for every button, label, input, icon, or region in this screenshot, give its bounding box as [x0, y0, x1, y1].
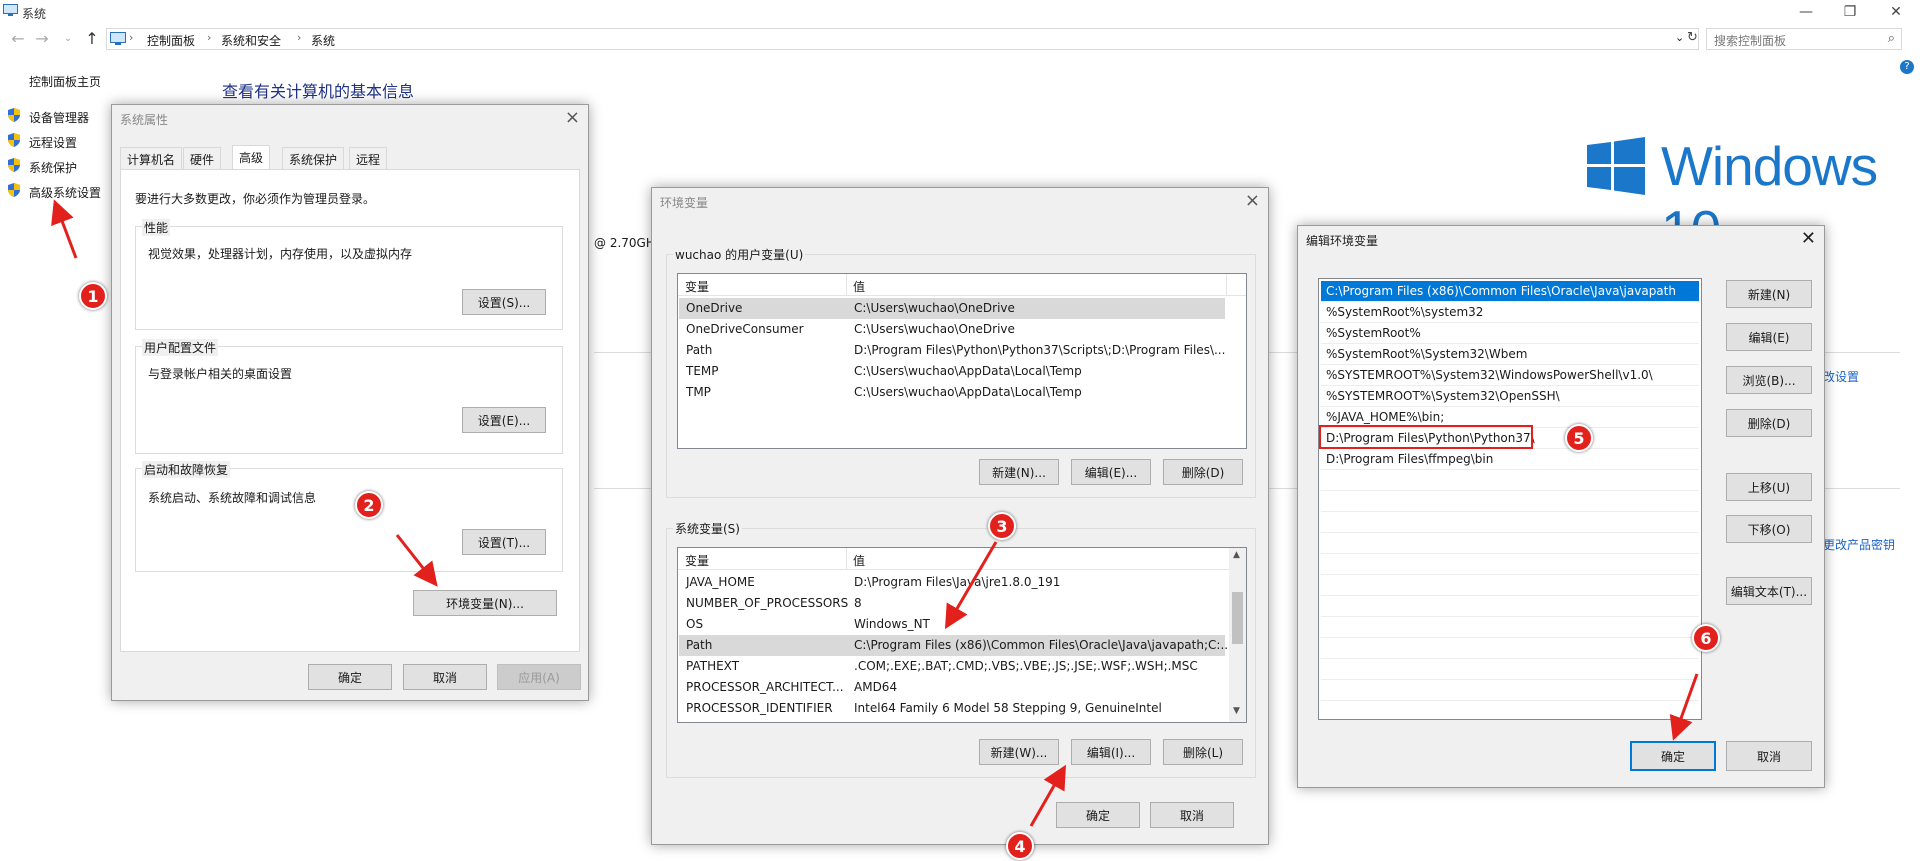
arrow-3 — [944, 541, 998, 630]
step-marker-2: 2 — [355, 491, 383, 519]
step-marker-4: 4 — [1006, 832, 1034, 860]
arrow-1 — [51, 199, 78, 259]
step-marker-6: 6 — [1692, 624, 1720, 652]
arrow-6 — [1669, 673, 1699, 741]
arrow-2 — [395, 534, 438, 587]
step-marker-5: 5 — [1565, 424, 1593, 452]
annotation-arrows — [51, 199, 1699, 827]
step-marker-3: 3 — [988, 512, 1016, 540]
step-marker-1: 1 — [79, 282, 107, 310]
arrow-4 — [1029, 764, 1066, 827]
